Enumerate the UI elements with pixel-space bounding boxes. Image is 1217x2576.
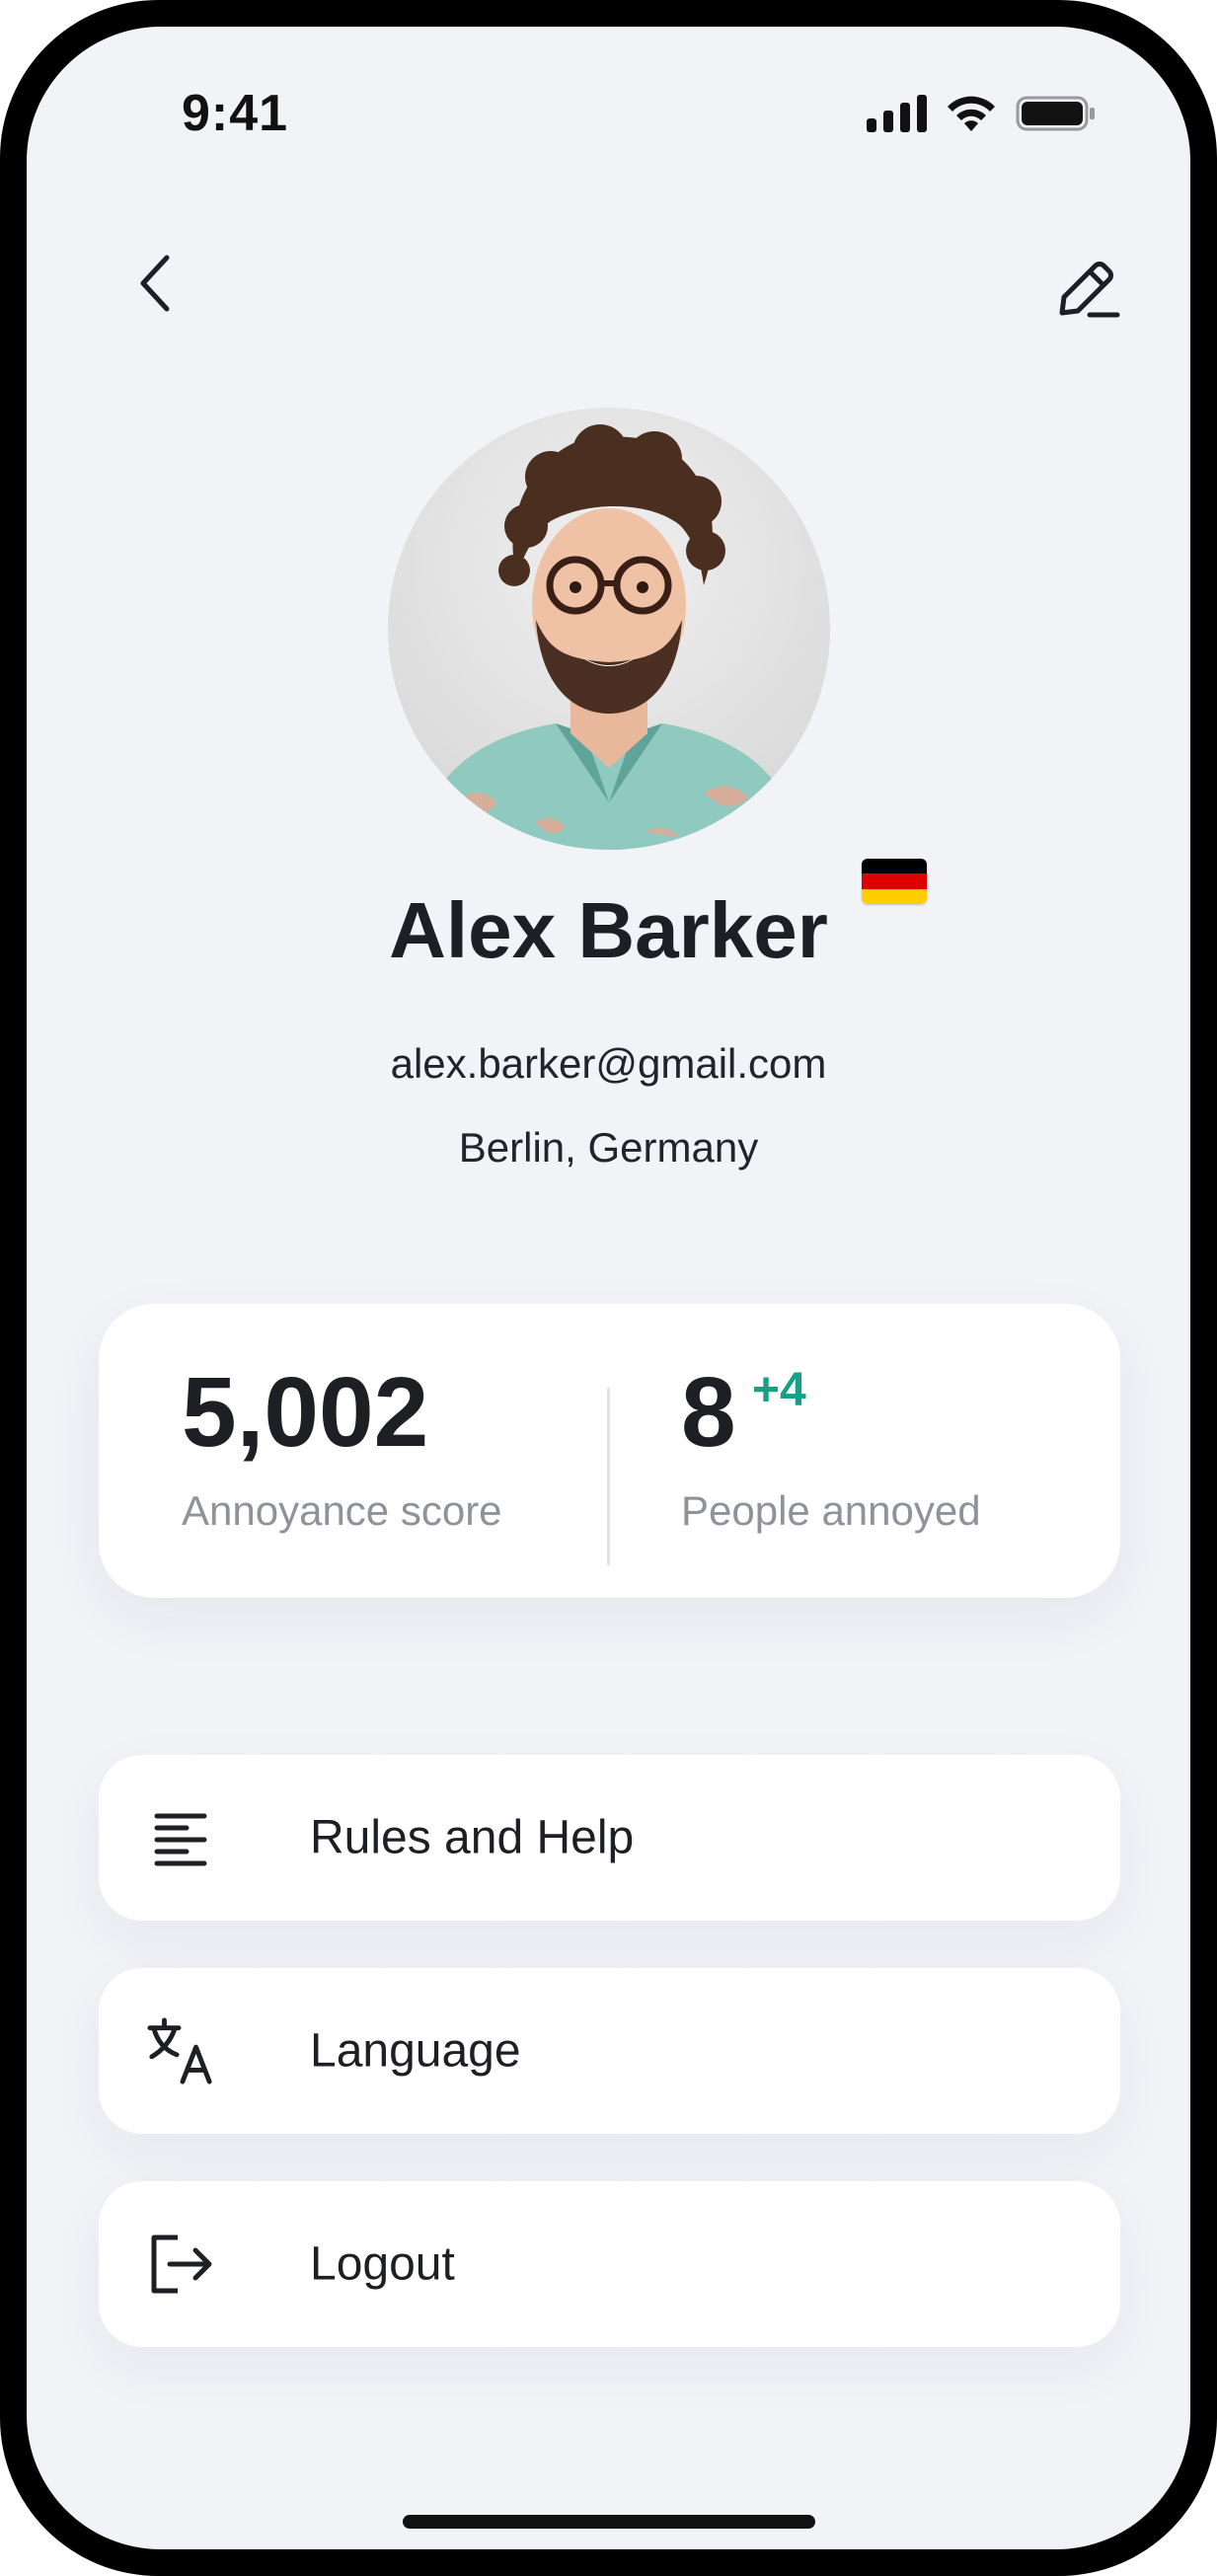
translate-icon (146, 2016, 215, 2085)
profile-photo (418, 424, 800, 850)
menu-item-label: Rules and Help (310, 1811, 635, 1864)
profile-email: alex.barker@gmail.com (390, 1040, 827, 1087)
battery-icon (1016, 94, 1097, 133)
annoyance-score-stat: 5,002 Annoyance score (182, 1363, 502, 1535)
back-button[interactable] (115, 244, 194, 323)
people-annoyed-value: 8 (681, 1357, 736, 1468)
status-icons (867, 94, 1097, 133)
home-indicator[interactable] (403, 2515, 815, 2529)
profile-screen: 9:41 Alex Barker alex.barker@gmail.com B… (27, 27, 1190, 2549)
menu-item-language[interactable]: Language (99, 1968, 1120, 2134)
people-annoyed-delta: +4 (752, 1364, 806, 1416)
people-annoyed-label: People annoyed (681, 1487, 981, 1534)
signal-icon (867, 95, 927, 132)
menu-item-label: Language (310, 2024, 521, 2078)
stats-card: 5,002 Annoyance score 8 +4 People annoye… (99, 1304, 1120, 1598)
annoyance-score-label: Annoyance score (182, 1487, 502, 1534)
stats-divider (607, 1388, 610, 1565)
profile-name: Alex Barker (389, 886, 828, 974)
pencil-icon (1059, 262, 1120, 318)
edit-button[interactable] (1042, 244, 1131, 333)
wifi-icon (945, 94, 998, 133)
menu-item-logout[interactable]: Logout (99, 2181, 1120, 2347)
text-align-left-icon (146, 1803, 215, 1872)
chevron-left-icon (140, 255, 170, 312)
menu-item-rules-and-help[interactable]: Rules and Help (99, 1755, 1120, 1921)
status-time: 9:41 (182, 85, 289, 142)
logout-icon (146, 2230, 215, 2299)
annoyance-score-value: 5,002 (182, 1357, 429, 1468)
people-annoyed-stat: 8 +4 People annoyed (681, 1363, 981, 1535)
profile-location: Berlin, Germany (458, 1124, 759, 1171)
avatar (388, 408, 830, 850)
menu-item-label: Logout (310, 2237, 455, 2291)
phone-frame: 9:41 Alex Barker alex.barker@gmail.com B… (0, 0, 1217, 2576)
